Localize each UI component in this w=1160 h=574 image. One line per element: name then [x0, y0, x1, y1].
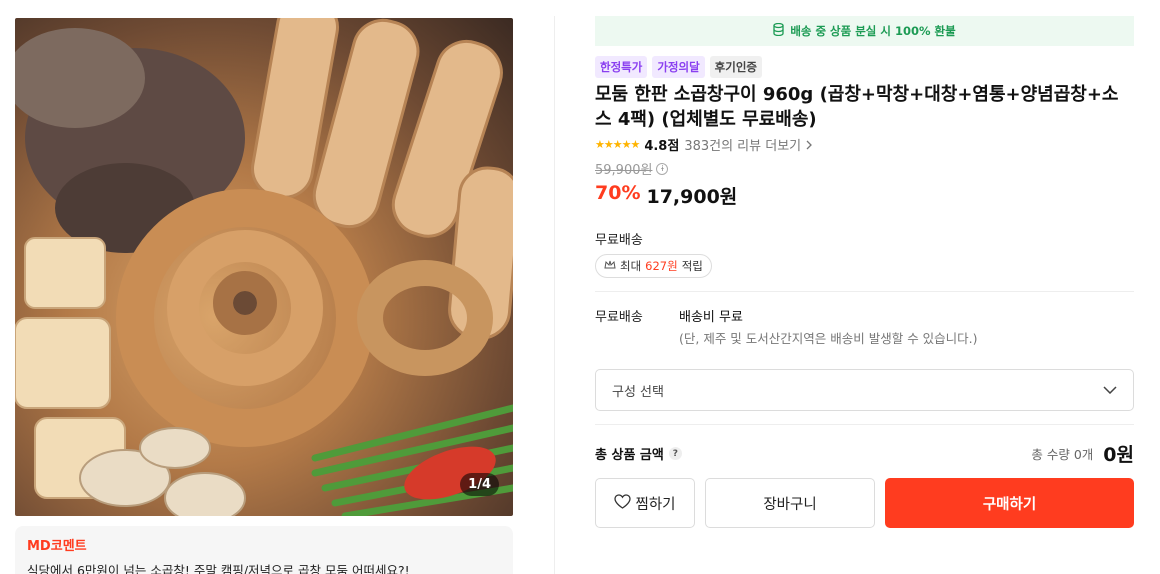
refund-banner: 배송 중 상품 분실 시 100% 환불 — [595, 16, 1134, 46]
star-rating-icon: ★★★★★ — [595, 138, 640, 151]
badge-family-month: 가정의달 — [652, 56, 705, 78]
review-link[interactable]: 383건의 리뷰 더보기 — [684, 135, 813, 154]
rating-row: ★★★★★ 4.8점 383건의 리뷰 더보기 — [595, 135, 1134, 154]
total-quantity: 총 수량 0개 — [1031, 447, 1094, 462]
shipping-detail-label: 무료배송 — [595, 310, 643, 325]
total-price: 0원 — [1103, 444, 1134, 466]
badge-review-verified: 후기인증 — [709, 56, 762, 78]
rating-score: 4.8점 — [644, 139, 680, 154]
action-buttons: 찜하기 장바구니 구매하기 — [595, 478, 1134, 528]
column-divider — [554, 16, 555, 574]
chevron-down-icon — [1103, 383, 1117, 398]
discount-rate: 70% — [595, 182, 641, 204]
product-info: 배송 중 상품 분실 시 100% 환불 한정특가 가정의달 후기인증 모둠 한… — [595, 16, 1134, 528]
shipping-note: (단, 제주 및 도서산간지역은 배송비 발생할 수 있습니다.) — [679, 331, 978, 346]
point-suffix: 적립 — [681, 259, 703, 273]
sale-price: 17,900원 — [646, 186, 738, 208]
original-price: 59,900원 — [595, 163, 653, 178]
shipping-summary-label: 무료배송 — [595, 233, 643, 248]
cart-button[interactable]: 장바구니 — [705, 478, 875, 528]
point-amount: 627원 — [645, 259, 678, 273]
section-divider — [595, 424, 1134, 425]
image-counter: 1/4 — [460, 473, 499, 496]
md-comment-text: 식당에서 6만원이 넘는 소곱창! 주말 캠핑/저녁으로 곱창 모둠 어떠세요?… — [27, 563, 410, 574]
option-select-placeholder: 구성 선택 — [612, 384, 664, 400]
total-row: 총 상품 금액 ? 총 수량 0개 0원 — [595, 440, 1134, 467]
section-divider — [595, 291, 1134, 292]
crown-icon — [604, 259, 616, 273]
badge-list: 한정특가 가정의달 후기인증 — [595, 56, 1134, 78]
shipping-fee: 배송비 무료 — [679, 310, 743, 325]
point-prefix: 최대 — [620, 259, 642, 273]
heart-icon — [614, 493, 632, 513]
refund-banner-text: 배송 중 상품 분실 시 100% 환불 — [790, 24, 956, 38]
info-icon[interactable]: i — [656, 162, 669, 175]
like-button-label: 찜하기 — [635, 496, 676, 513]
option-select[interactable]: 구성 선택 — [595, 369, 1134, 411]
shipping-detail: 무료배송 배송비 무료 (단, 제주 및 도서산간지역은 배송비 발생할 수 있… — [595, 306, 1134, 347]
md-comment-title: MD코멘트 — [27, 539, 87, 554]
badge-limited-deal: 한정특가 — [595, 56, 648, 78]
point-chip[interactable]: 최대 627원 적립 — [595, 254, 712, 278]
food-illustration — [15, 18, 513, 516]
help-icon[interactable]: ? — [668, 447, 682, 460]
original-price-row: 59,900원 i — [595, 159, 1134, 178]
coin-stack-icon — [773, 22, 784, 39]
chevron-right-icon — [805, 139, 813, 154]
md-comment: MD코멘트 식당에서 6만원이 넘는 소곱창! 주말 캠핑/저녁으로 곱창 모둠… — [15, 526, 513, 574]
product-gallery: 1/4 MD코멘트 식당에서 6만원이 넘는 소곱창! 주말 캠핑/저녁으로 곱… — [15, 18, 513, 574]
like-button[interactable]: 찜하기 — [595, 478, 695, 528]
product-title: 모둠 한판 소곱창구이 960g (곱창+막창+대창+염통+양념곱창+소스 4팩… — [595, 84, 1119, 130]
review-link-label: 383건의 리뷰 더보기 — [684, 139, 802, 154]
product-photo[interactable]: 1/4 — [15, 18, 513, 516]
buy-button[interactable]: 구매하기 — [885, 478, 1134, 528]
price-row: 70% 17,900원 — [595, 182, 1134, 209]
total-label: 총 상품 금액 — [595, 448, 664, 463]
